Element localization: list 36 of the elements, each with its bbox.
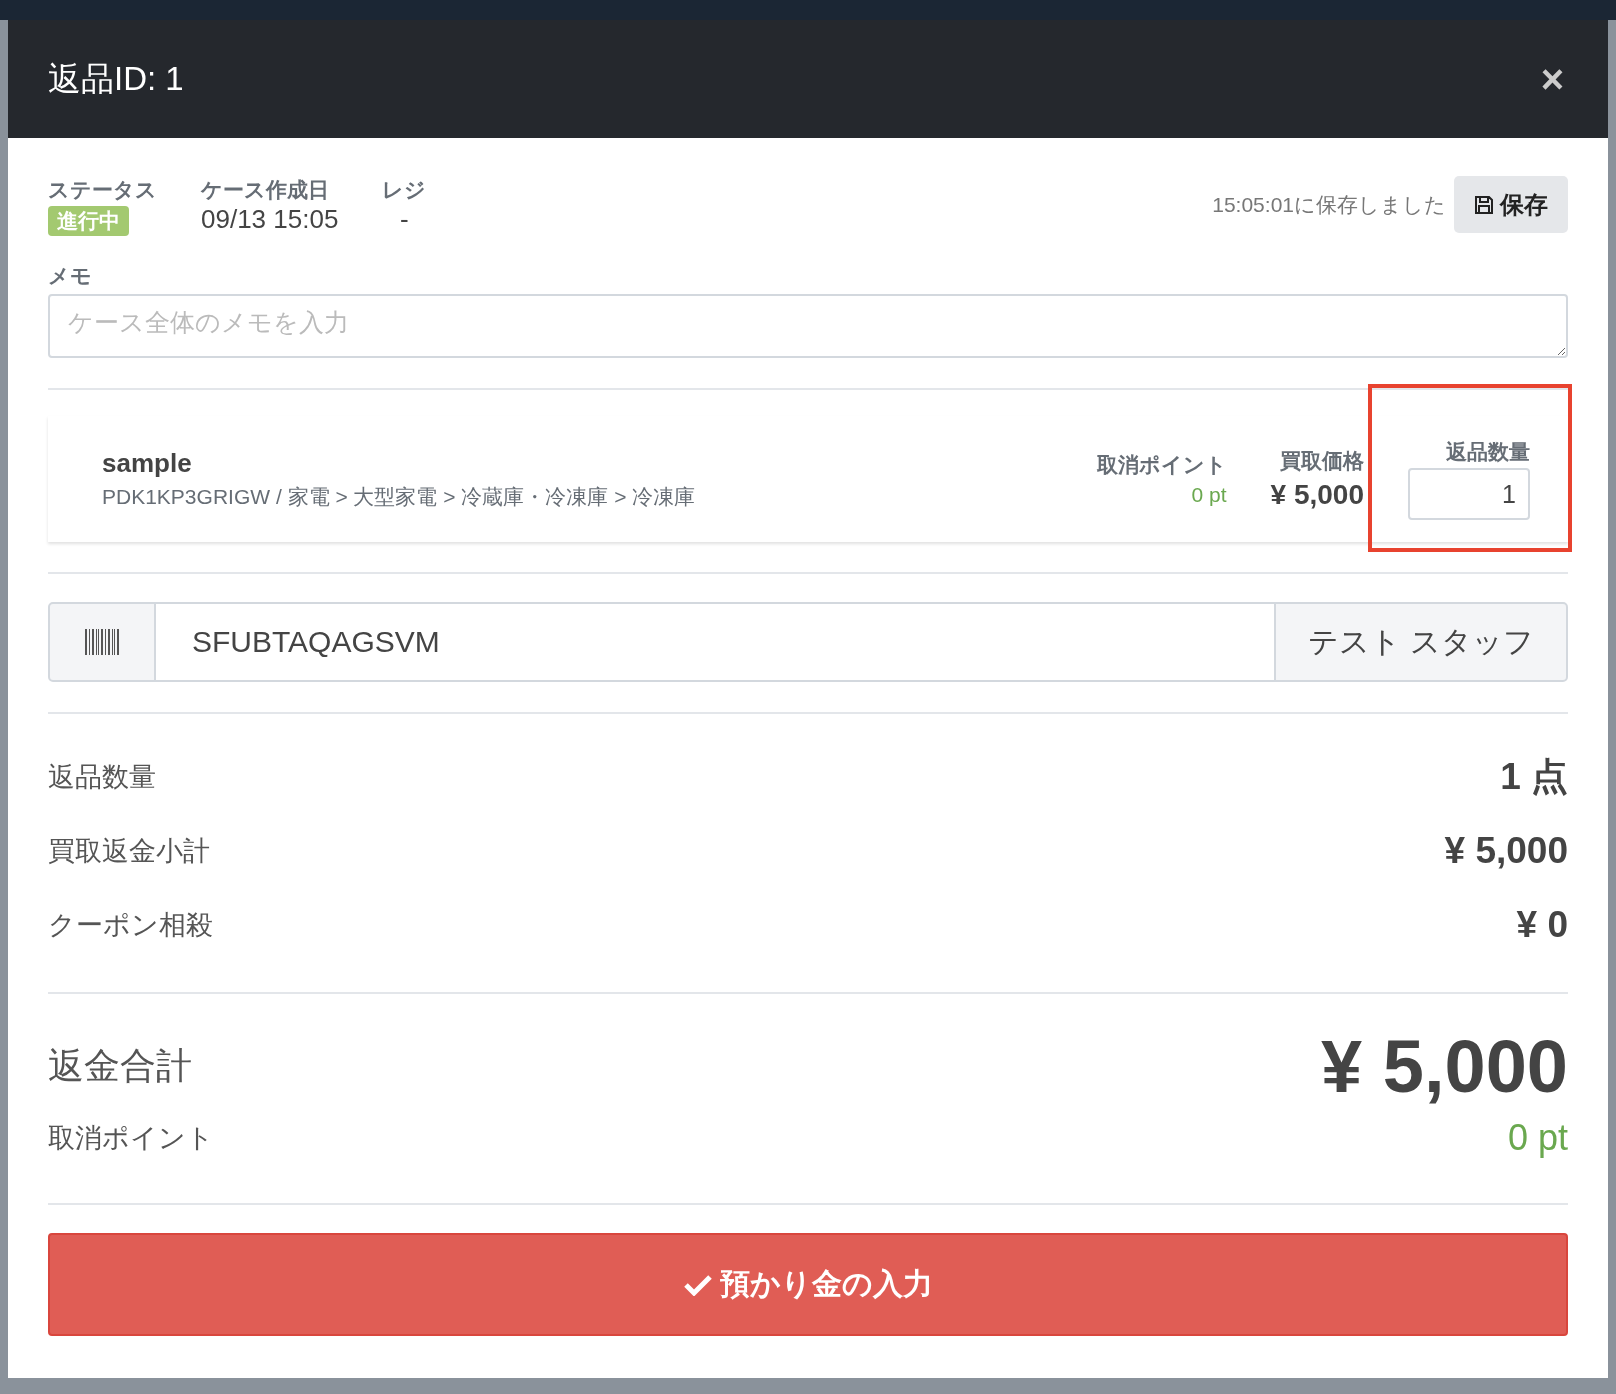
- field-value: 09/13 15:05: [201, 204, 339, 235]
- total-value: ¥ 5,000: [1321, 1024, 1568, 1109]
- points-value: 0 pt: [1191, 483, 1227, 507]
- summary-label: 返品数量: [48, 761, 156, 794]
- barcode-icon: [85, 629, 119, 655]
- summary-label: クーポン相殺: [48, 909, 213, 942]
- summary-label: 買取返金小計: [48, 835, 210, 868]
- field-label: ステータス: [48, 177, 157, 203]
- points-label: 取消ポイント: [1096, 452, 1227, 478]
- price-label: 買取価格: [1280, 448, 1364, 474]
- cancel-points-value: 0 pt: [1507, 1117, 1568, 1159]
- staff-name: テスト スタッフ: [1274, 602, 1568, 682]
- status-badge: 進行中: [48, 206, 129, 236]
- memo-field[interactable]: ケース全体のメモを入力: [48, 294, 1568, 358]
- barcode-field[interactable]: SFUBTAQAGSVM: [156, 602, 1274, 682]
- summary-value: ¥ 0: [1516, 904, 1568, 946]
- quantity-field[interactable]: 1: [1408, 468, 1530, 520]
- save-icon: [1474, 194, 1494, 215]
- field-label: レジ: [382, 177, 427, 203]
- summary-value: 1 点: [1500, 755, 1568, 799]
- cancel-points-label: 取消ポイント: [48, 1122, 214, 1155]
- summary-value: ¥ 5,000: [1444, 830, 1568, 872]
- item-category-path: PDK1KP3GRIGW / 家電 > 大型家電 > 冷蔵庫・冷凍庫 > 冷凍庫: [102, 483, 697, 510]
- field-value: -: [400, 204, 409, 235]
- modal-title: 返品ID: 1: [48, 58, 184, 99]
- quantity-label: 返品数量: [1446, 439, 1530, 465]
- save-button[interactable]: 保存: [1454, 176, 1568, 233]
- check-icon: [683, 1273, 712, 1296]
- item-name: sample: [102, 447, 193, 479]
- deposit-input-button[interactable]: 預かり金の入力: [48, 1233, 1568, 1336]
- save-status-text: 15:05:01に保存しました: [1212, 191, 1446, 218]
- memo-label: メモ: [48, 263, 93, 289]
- price-value: ¥ 5,000: [1270, 479, 1364, 511]
- close-button[interactable]: ×: [1536, 59, 1568, 99]
- field-label: ケース作成日: [201, 177, 329, 203]
- total-label: 返金合計: [48, 1044, 192, 1088]
